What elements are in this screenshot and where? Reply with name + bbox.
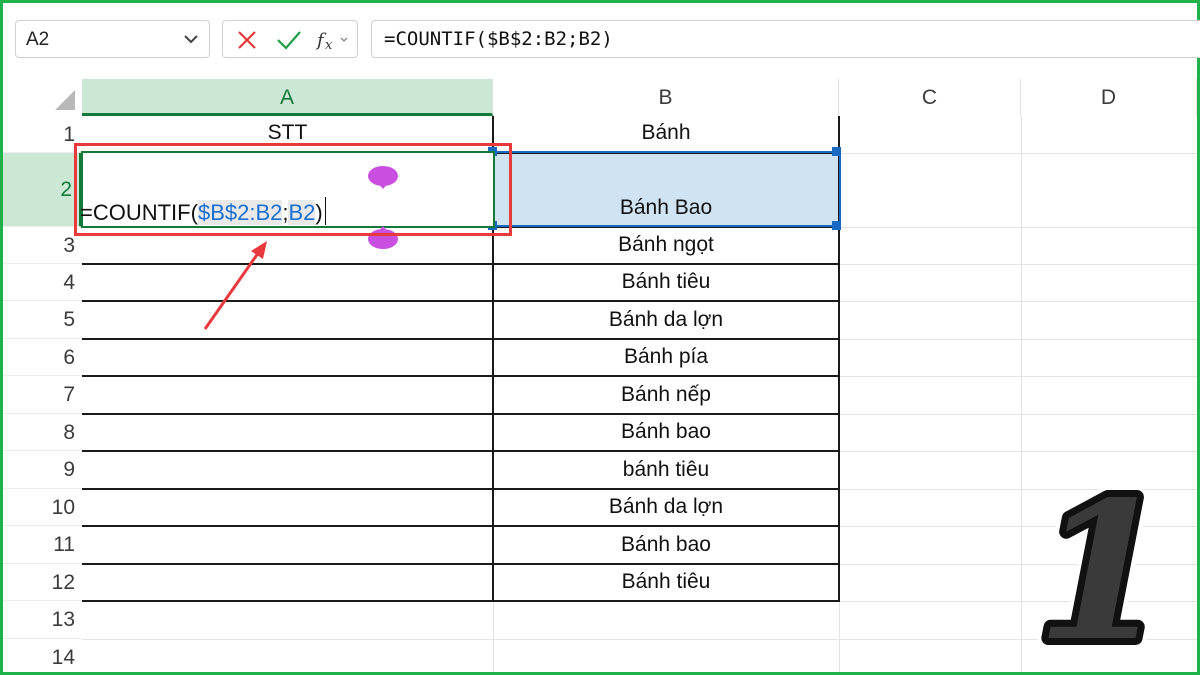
row-header-1[interactable]: 1 — [3, 116, 82, 153]
table-border — [82, 563, 840, 565]
formula-bar-area: A2 f x =COUNTIF($B$2:B2;B2) — [3, 3, 1200, 75]
row-header-10[interactable]: 10 — [3, 489, 82, 526]
table-border — [82, 488, 840, 490]
table-border — [82, 525, 840, 527]
cell-b2[interactable]: Bánh Bao — [494, 196, 838, 220]
table-border — [82, 450, 840, 452]
cell-b8[interactable]: Bánh bao — [494, 420, 838, 444]
x-icon[interactable] — [235, 28, 259, 52]
cell-b5[interactable]: Bánh da lợn — [494, 308, 838, 332]
cell-b7[interactable]: Bánh nếp — [494, 383, 838, 407]
range-resize-handle[interactable] — [832, 147, 841, 156]
select-all-corner[interactable] — [3, 79, 82, 116]
column-header-a[interactable]: A — [82, 79, 493, 116]
column-header-d[interactable]: D — [1021, 79, 1197, 116]
check-icon[interactable] — [275, 28, 303, 52]
row-header-7[interactable]: 7 — [3, 376, 82, 414]
annotation-arrow-icon — [203, 241, 267, 330]
table-border — [82, 600, 840, 602]
cell-b4[interactable]: Bánh tiêu — [494, 270, 838, 294]
range-resize-handle[interactable] — [832, 221, 841, 230]
column-header-b[interactable]: B — [493, 79, 839, 116]
formula-text: =COUNTIF($B$2:B2;B2) — [384, 28, 613, 50]
cell-b11[interactable]: Bánh bao — [494, 533, 838, 557]
table-border — [82, 338, 840, 340]
cell-a1[interactable]: STT — [82, 121, 493, 145]
table-border — [82, 375, 840, 377]
column-header-c[interactable]: C — [839, 79, 1021, 116]
step-number-text: 1 — [1036, 470, 1168, 650]
table-border — [82, 413, 840, 415]
name-box[interactable]: A2 — [15, 20, 210, 58]
cell-b3[interactable]: Bánh ngọt — [494, 233, 838, 257]
row-header-3[interactable]: 3 — [3, 227, 82, 264]
name-box-value: A2 — [26, 29, 50, 50]
row-header-13[interactable]: 13 — [3, 601, 82, 639]
gridline — [1021, 116, 1022, 672]
row-header-14[interactable]: 14 — [3, 639, 82, 672]
formula-input[interactable]: =COUNTIF($B$2:B2;B2) — [371, 20, 1200, 58]
chevron-down-icon[interactable] — [181, 27, 201, 51]
svg-text:x: x — [325, 38, 333, 52]
row-header-12[interactable]: 12 — [3, 564, 82, 601]
select-all-triangle-icon[interactable] — [3, 79, 82, 116]
row-header-8[interactable]: 8 — [3, 414, 82, 451]
annotation-highlight-box — [74, 143, 512, 236]
row-header-4[interactable]: 4 — [3, 264, 82, 301]
cell-b9[interactable]: bánh tiêu — [494, 458, 838, 482]
row-header-11[interactable]: 11 — [3, 526, 82, 564]
row-header-2[interactable]: 2 — [3, 153, 82, 227]
formula-action-group: f x — [222, 20, 358, 58]
row-header-9[interactable]: 9 — [3, 451, 82, 489]
fx-icon[interactable]: f x — [315, 28, 353, 52]
row-header-6[interactable]: 6 — [3, 339, 82, 376]
row-header-5[interactable]: 5 — [3, 301, 82, 339]
step-number-badge: 1 1 1 — [1030, 470, 1170, 650]
cell-b12[interactable]: Bánh tiêu — [494, 570, 838, 594]
cell-b10[interactable]: Bánh da lợn — [494, 495, 838, 519]
cell-b1[interactable]: Bánh — [494, 121, 838, 145]
cell-b6[interactable]: Bánh pía — [494, 345, 838, 369]
